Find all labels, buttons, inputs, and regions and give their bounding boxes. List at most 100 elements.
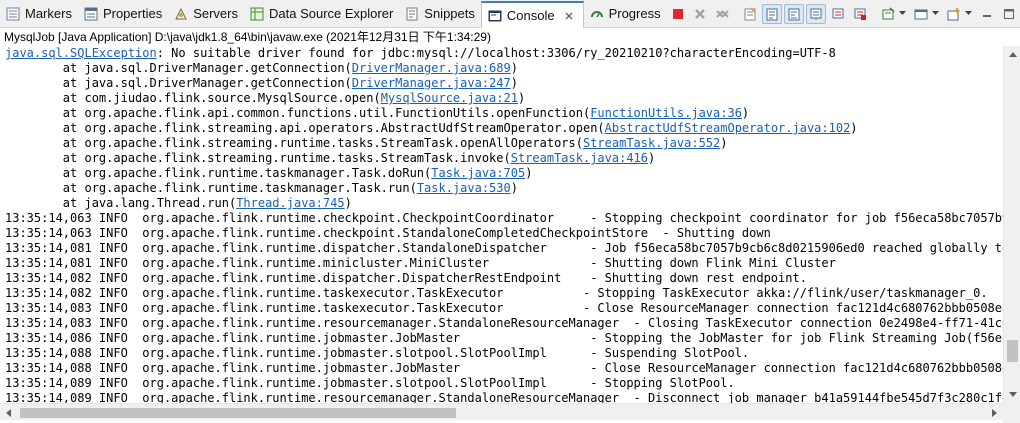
console-line: 13:35:14,081 INFO org.apache.flink.runti…	[0, 241, 1003, 256]
console-line: 13:35:14,083 INFO org.apache.flink.runti…	[0, 316, 1003, 331]
console-text: )	[344, 196, 352, 210]
console-text: at java.lang.Thread.run(	[5, 196, 237, 210]
tab-label: Console	[506, 8, 555, 23]
stack-trace-link[interactable]: DriverManager.java:247	[352, 76, 511, 90]
stack-trace-link[interactable]: FunctionUtils.java:36	[590, 106, 742, 120]
chevron-down-icon[interactable]	[965, 4, 973, 24]
maximize-icon[interactable]	[999, 4, 1019, 24]
console-text: )	[850, 121, 858, 135]
word-wrap-icon[interactable]	[783, 3, 804, 24]
horizontal-scrollbar[interactable]	[0, 403, 1003, 420]
console-text: at org.apache.flink.streaming.runtime.ta…	[5, 151, 511, 165]
console-text: )	[510, 61, 518, 75]
console-text: 13:35:14,082 INFO org.apache.flink.runti…	[5, 286, 988, 300]
scroll-down-icon[interactable]	[1004, 386, 1020, 403]
clear-console-icon[interactable]	[740, 4, 760, 24]
console-text: : No suitable driver found for jdbc:mysq…	[156, 46, 836, 60]
stack-trace-link[interactable]: DriverManager.java:689	[352, 61, 511, 75]
scroll-left-icon[interactable]	[0, 404, 17, 421]
console-line: 13:35:14,086 INFO org.apache.flink.runti…	[0, 331, 1003, 346]
open-console-icon[interactable]	[944, 4, 964, 24]
tab-servers[interactable]: Servers	[168, 0, 244, 28]
tab-snippets[interactable]: Snippets	[399, 0, 481, 28]
chevron-down-icon[interactable]	[932, 4, 940, 24]
stack-trace-link[interactable]: MysqlSource.java:21	[381, 91, 518, 105]
console-text: 13:35:14,089 INFO org.apache.flink.runti…	[5, 376, 735, 390]
console-text: at java.sql.DriverManager.getConnection(	[5, 61, 352, 75]
data-source-icon	[249, 6, 265, 22]
stack-trace-link[interactable]: StreamTask.java:552	[583, 136, 720, 150]
stack-trace-link[interactable]: Thread.java:745	[236, 196, 344, 210]
console-line: 13:35:14,081 INFO org.apache.flink.runti…	[0, 256, 1003, 271]
console-text: 13:35:14,063 INFO org.apache.flink.runti…	[5, 226, 771, 240]
console-line: at java.sql.DriverManager.getConnection(…	[0, 76, 1003, 91]
console-text: )	[525, 166, 533, 180]
servers-icon	[173, 6, 189, 22]
console-line: 13:35:14,088 INFO org.apache.flink.runti…	[0, 361, 1003, 376]
show-stderr-icon[interactable]	[828, 4, 848, 24]
snippets-icon	[404, 6, 420, 22]
terminate-icon[interactable]	[668, 4, 688, 24]
tab-data-source-explorer[interactable]: Data Source Explorer	[244, 0, 399, 28]
console-text: at java.sql.DriverManager.getConnection(	[5, 76, 352, 90]
properties-icon	[83, 6, 99, 22]
close-icon[interactable]	[561, 8, 577, 24]
scroll-lock-icon[interactable]	[761, 3, 782, 24]
console-line: 13:35:14,063 INFO org.apache.flink.runti…	[0, 226, 1003, 241]
remove-all-terminated-icon[interactable]	[712, 4, 732, 24]
scroll-right-icon[interactable]	[986, 404, 1003, 421]
tab-label: Progress	[608, 6, 661, 21]
console-line: at java.lang.Thread.run(Thread.java:745)	[0, 196, 1003, 211]
stack-trace-link[interactable]: StreamTask.java:416	[511, 151, 648, 165]
console-line: java.sql.SQLException: No suitable drive…	[0, 46, 1003, 61]
console-line: at org.apache.flink.streaming.runtime.ta…	[0, 151, 1003, 166]
vertical-scroll-thumb[interactable]	[1007, 340, 1018, 362]
minimize-icon[interactable]	[977, 4, 997, 24]
progress-icon	[589, 6, 605, 22]
console-output[interactable]: java.sql.SQLException: No suitable drive…	[0, 46, 1003, 403]
markers-icon	[5, 6, 21, 22]
console-line: at org.apache.flink.streaming.api.operat…	[0, 121, 1003, 136]
console-title: MysqlJob [Java Application] D:\java\jdk1…	[0, 28, 1020, 48]
tab-markers[interactable]: Markers	[0, 0, 78, 28]
console-text: 13:35:14,088 INFO org.apache.flink.runti…	[5, 346, 750, 360]
scroll-up-icon[interactable]	[1004, 46, 1020, 63]
pin-console-icon[interactable]	[878, 4, 898, 24]
horizontal-scroll-thumb[interactable]	[20, 408, 456, 418]
stack-trace-link[interactable]: java.sql.SQLException	[5, 46, 157, 60]
vertical-scrollbar[interactable]	[1003, 46, 1020, 403]
console-line: at com.jiudao.flink.source.MysqlSource.o…	[0, 91, 1003, 106]
chevron-down-icon[interactable]	[899, 4, 907, 24]
console-toolbar	[667, 0, 1020, 28]
console-text: 13:35:14,083 INFO org.apache.flink.runti…	[5, 316, 1003, 330]
console-text: at org.apache.flink.runtime.taskmanager.…	[5, 166, 432, 180]
scrollbar-corner	[1003, 403, 1020, 423]
view-tab-bar: Markers Properties Servers Data Source E…	[0, 0, 1020, 29]
tab-properties[interactable]: Properties	[78, 0, 168, 28]
console-line: 13:35:14,082 INFO org.apache.flink.runti…	[0, 286, 1003, 301]
console-line: 13:35:14,088 INFO org.apache.flink.runti…	[0, 346, 1003, 361]
console-text: )	[720, 136, 728, 150]
display-selected-console-icon[interactable]	[911, 4, 931, 24]
console-line: 13:35:14,083 INFO org.apache.flink.runti…	[0, 301, 1003, 316]
console-line: 13:35:14,089 INFO org.apache.flink.runti…	[0, 376, 1003, 391]
tab-label: Data Source Explorer	[269, 6, 394, 21]
console-line: 13:35:14,063 INFO org.apache.flink.runti…	[0, 211, 1003, 226]
remove-launch-icon[interactable]	[690, 4, 710, 24]
show-stdout-icon[interactable]	[805, 3, 826, 24]
stack-trace-link[interactable]: Task.java:530	[417, 181, 511, 195]
show-stderr-red-icon[interactable]	[850, 4, 870, 24]
console-line: at org.apache.flink.api.common.functions…	[0, 106, 1003, 121]
console-line: 13:35:14,089 INFO org.apache.flink.runti…	[0, 391, 1003, 403]
console-text: 13:35:14,086 INFO org.apache.flink.runti…	[5, 331, 1003, 345]
console-line: at org.apache.flink.runtime.taskmanager.…	[0, 166, 1003, 181]
tab-label: Snippets	[424, 6, 475, 21]
stack-trace-link[interactable]: AbstractUdfStreamOperator.java:102	[605, 121, 851, 135]
tab-progress[interactable]: Progress	[584, 0, 667, 28]
console-text: at org.apache.flink.api.common.functions…	[5, 106, 591, 120]
tab-label: Properties	[102, 6, 163, 21]
tab-label: Servers	[193, 6, 238, 21]
console-text: 13:35:14,081 INFO org.apache.flink.runti…	[5, 256, 836, 270]
stack-trace-link[interactable]: Task.java:705	[431, 166, 525, 180]
tab-console[interactable]: Console	[480, 0, 584, 29]
